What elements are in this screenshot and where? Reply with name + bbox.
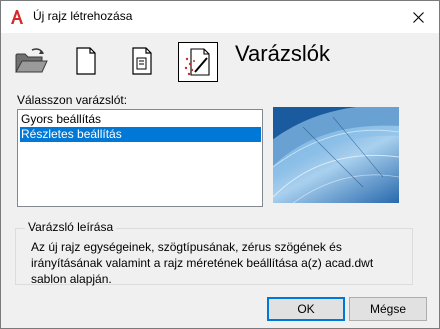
use-template-button[interactable] <box>123 42 161 80</box>
wizard-list-label: Válasszon varázslót: <box>17 93 128 107</box>
window-title: Új rajz létrehozása <box>33 9 133 23</box>
cancel-button[interactable]: Mégse <box>349 297 427 321</box>
description-label: Varázsló leírása <box>25 220 117 234</box>
wizard-icon <box>184 48 210 76</box>
close-button[interactable] <box>397 1 439 33</box>
open-folder-icon <box>15 48 48 73</box>
open-drawing-button[interactable] <box>12 42 50 80</box>
use-wizard-button[interactable] <box>178 42 218 82</box>
title-bar: Új rajz létrehozása <box>1 1 439 33</box>
list-item-quick-setup[interactable]: Gyors beállítás <box>20 112 261 127</box>
section-heading: Varázslók <box>235 41 330 66</box>
description-text: Az új rajz egységeinek, szögtípusának, z… <box>31 240 374 286</box>
wizard-preview-image <box>273 107 399 203</box>
autocad-app-icon <box>10 9 24 25</box>
ok-button[interactable]: OK <box>267 297 345 321</box>
template-page-icon <box>132 47 152 75</box>
close-icon <box>412 11 424 23</box>
start-from-scratch-button[interactable] <box>67 42 105 80</box>
new-drawing-dialog: Új rajz létrehozása Varázslók Válasszon … <box>0 0 440 329</box>
wizard-listbox[interactable]: Gyors beállítás Részletes beállítás <box>17 109 263 207</box>
blank-page-icon <box>76 47 96 75</box>
list-item-advanced-setup[interactable]: Részletes beállítás <box>20 127 261 142</box>
